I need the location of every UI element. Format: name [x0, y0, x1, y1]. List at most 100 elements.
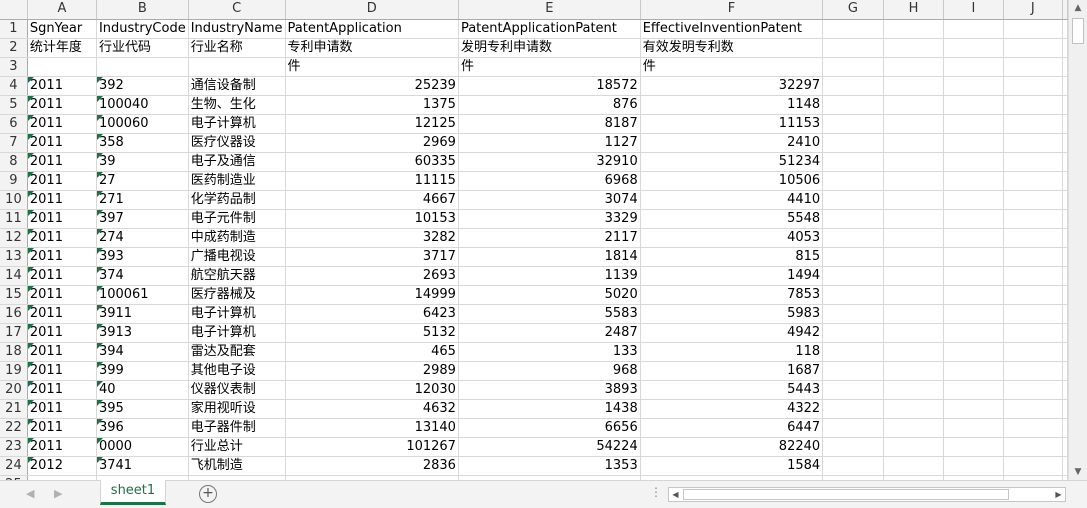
cell[interactable]: 2011 [27, 171, 97, 191]
cell[interactable] [1003, 285, 1064, 305]
cell[interactable]: 5443 [640, 380, 824, 400]
row-header[interactable]: 10 [0, 190, 28, 210]
cell[interactable] [883, 209, 945, 229]
cell[interactable]: PatentApplicationPatent [458, 19, 641, 39]
cell[interactable]: 876 [458, 95, 641, 115]
cell[interactable]: 雷达及配套 [188, 342, 286, 362]
cell[interactable] [822, 76, 884, 96]
row-header[interactable]: 21 [0, 399, 28, 419]
cell[interactable] [883, 323, 945, 343]
cell[interactable] [1003, 247, 1064, 267]
cell[interactable]: 10153 [285, 209, 459, 229]
cell[interactable]: 1127 [458, 133, 641, 153]
cell[interactable]: 5132 [285, 323, 459, 343]
cell[interactable] [1003, 361, 1064, 381]
cell[interactable] [1003, 19, 1064, 39]
cell[interactable]: 2011 [27, 209, 97, 229]
cell[interactable] [1003, 342, 1064, 362]
cell[interactable] [943, 285, 1004, 305]
cell[interactable]: 医药制造业 [188, 171, 286, 191]
cell[interactable]: 397 [96, 209, 189, 229]
cell[interactable]: 3282 [285, 228, 459, 248]
cell[interactable]: 件 [458, 57, 641, 77]
cell[interactable] [1062, 209, 1068, 229]
cell[interactable]: 通信设备制 [188, 76, 286, 96]
cell[interactable]: 2011 [27, 95, 97, 115]
cell[interactable]: 358 [96, 133, 189, 153]
cell[interactable] [1062, 285, 1068, 305]
cell[interactable]: 3893 [458, 380, 641, 400]
cell[interactable] [822, 19, 884, 39]
cell[interactable] [1062, 38, 1068, 58]
cell[interactable] [822, 342, 884, 362]
cell[interactable] [822, 171, 884, 191]
cell[interactable] [1003, 380, 1064, 400]
row-header[interactable]: 23 [0, 437, 28, 457]
cell[interactable] [943, 133, 1004, 153]
scroll-right-arrow-icon[interactable]: ▶ [1052, 488, 1065, 501]
cell[interactable] [943, 209, 1004, 229]
row-header[interactable]: 20 [0, 380, 28, 400]
cell[interactable]: 电子器件制 [188, 418, 286, 438]
cell[interactable]: 374 [96, 266, 189, 286]
row-header[interactable]: 17 [0, 323, 28, 343]
cell[interactable] [943, 342, 1004, 362]
cell[interactable]: 2410 [640, 133, 824, 153]
cell[interactable]: 1375 [285, 95, 459, 115]
cell[interactable] [1062, 380, 1068, 400]
cell[interactable]: 274 [96, 228, 189, 248]
cell[interactable]: 8187 [458, 114, 641, 134]
next-sheet-arrow-icon[interactable]: ▶ [54, 487, 62, 500]
horizontal-scroll-thumb[interactable] [683, 489, 1009, 500]
cell[interactable]: 4410 [640, 190, 824, 210]
cell[interactable]: 100060 [96, 114, 189, 134]
cell[interactable] [943, 228, 1004, 248]
cell[interactable]: 航空航天器 [188, 266, 286, 286]
cell[interactable]: 394 [96, 342, 189, 362]
cell[interactable]: EffectiveInventionPatent [640, 19, 824, 39]
cell[interactable] [1062, 171, 1068, 191]
cell[interactable] [822, 266, 884, 286]
cell[interactable] [883, 456, 945, 476]
cell[interactable] [943, 38, 1004, 58]
cell[interactable]: 1353 [458, 456, 641, 476]
cell[interactable]: 39 [96, 152, 189, 172]
cell[interactable] [1062, 266, 1068, 286]
cell[interactable] [943, 19, 1004, 39]
cell[interactable] [943, 456, 1004, 476]
cell[interactable]: 电子计算机 [188, 304, 286, 324]
cell[interactable]: 82240 [640, 437, 824, 457]
cell[interactable] [883, 266, 945, 286]
cell[interactable] [943, 418, 1004, 438]
cell[interactable]: 电子计算机 [188, 323, 286, 343]
cell[interactable] [1062, 304, 1068, 324]
cell[interactable] [943, 152, 1004, 172]
cell[interactable]: 发明专利申请数 [458, 38, 641, 58]
cell[interactable]: 1139 [458, 266, 641, 286]
column-header-d[interactable]: D [285, 0, 459, 20]
row-header[interactable]: 9 [0, 171, 28, 191]
cell[interactable]: 仪器仪表制 [188, 380, 286, 400]
cell[interactable]: 2117 [458, 228, 641, 248]
cell[interactable] [1062, 190, 1068, 210]
cell[interactable] [822, 304, 884, 324]
cell[interactable]: 395 [96, 399, 189, 419]
cell[interactable]: 行业名称 [188, 38, 286, 58]
cell[interactable] [943, 247, 1004, 267]
row-header[interactable]: 7 [0, 133, 28, 153]
row-header[interactable]: 19 [0, 361, 28, 381]
cell[interactable]: 2011 [27, 190, 97, 210]
cell[interactable]: 2011 [27, 399, 97, 419]
row-header[interactable]: 12 [0, 228, 28, 248]
cell[interactable]: 25239 [285, 76, 459, 96]
cell[interactable]: 2011 [27, 418, 97, 438]
cell[interactable] [883, 342, 945, 362]
cell[interactable]: 2989 [285, 361, 459, 381]
cell[interactable]: 2011 [27, 361, 97, 381]
cell[interactable] [822, 57, 884, 77]
cell[interactable] [943, 304, 1004, 324]
cell[interactable] [1062, 323, 1068, 343]
cell[interactable]: 中成药制造 [188, 228, 286, 248]
cell[interactable] [943, 171, 1004, 191]
cell[interactable] [883, 38, 945, 58]
